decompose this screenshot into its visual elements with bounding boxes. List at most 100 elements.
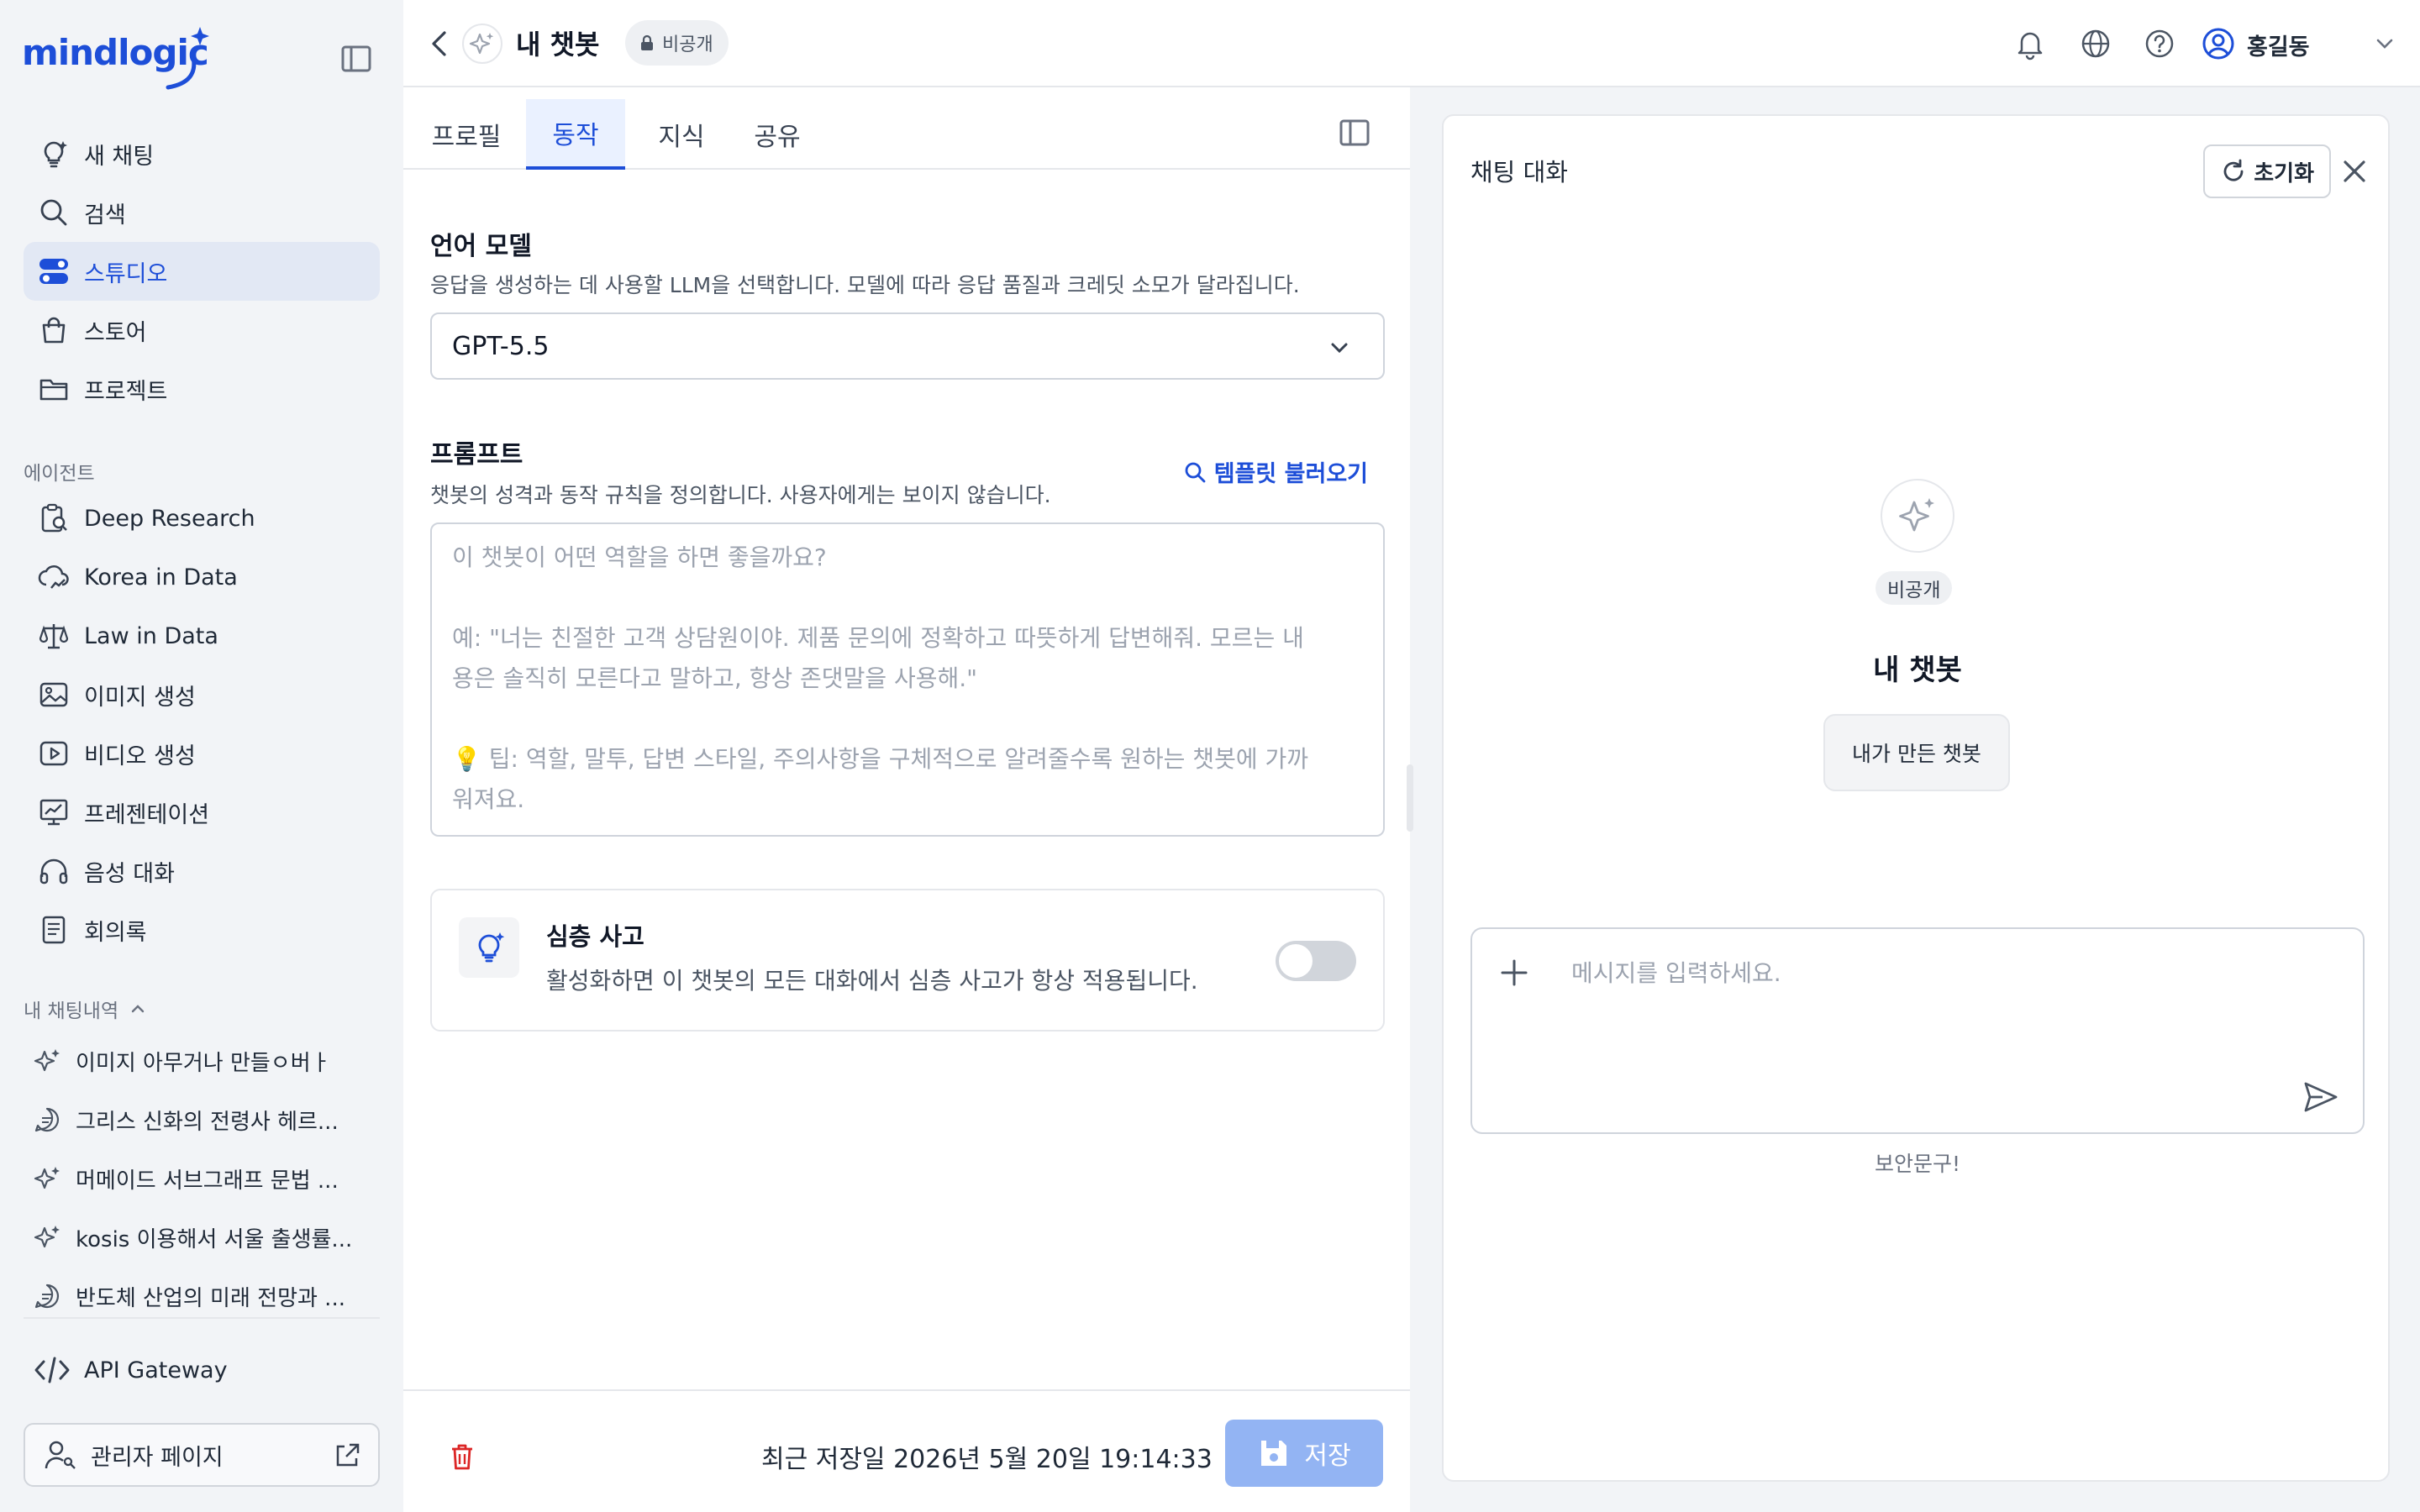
shopping-bag-icon — [37, 313, 71, 347]
history-section-header[interactable]: 내 채팅내역 — [24, 995, 149, 1023]
agent-label: Deep Research — [84, 505, 255, 532]
deep-thinking-desc: 활성화하면 이 챗봇의 모든 대화에서 심층 사고가 항상 적용됩니다. — [546, 967, 1198, 995]
history-item-label: 그리스 신화의 전령사 헤르... — [76, 1109, 339, 1135]
agent-image-generation[interactable]: 이미지 생성 — [24, 665, 380, 724]
sparkle-icon — [469, 33, 494, 55]
notification-bell-icon[interactable] — [2012, 25, 2049, 62]
prompt-placeholder-line: 예: "너는 친절한 고객 상담원이야. 제품 문의에 정확하고 따뜻하게 답변… — [452, 624, 1304, 652]
tab-share[interactable]: 공유 — [736, 99, 818, 170]
tab-knowledge[interactable]: 지식 — [640, 99, 723, 170]
divider — [24, 1317, 380, 1319]
sparkle-icon — [1899, 498, 1934, 532]
agent-label: Law in Data — [84, 622, 218, 649]
reset-chat-button[interactable]: 초기화 — [2203, 144, 2331, 198]
model-select-value: GPT-5.5 — [452, 331, 550, 361]
logo-sparkle-icon — [166, 27, 209, 90]
user-name[interactable]: 홍길동 — [2247, 29, 2310, 61]
lightbulb-icon: 💡 — [452, 745, 481, 773]
bot-title: 내 챗봇 — [516, 29, 600, 60]
help-icon[interactable] — [2141, 25, 2178, 62]
load-template-link[interactable]: 템플릿 불러오기 — [1182, 455, 1368, 488]
reset-chat-label: 초기화 — [2254, 160, 2314, 186]
globe-icon[interactable] — [2077, 25, 2114, 62]
back-arrow-icon[interactable] — [422, 25, 459, 62]
agent-label: 이미지 생성 — [84, 684, 196, 711]
nav-item-project[interactable]: 프로젝트 — [24, 360, 380, 418]
history-item[interactable]: kosis 이용해서 서울 출생률... — [24, 1208, 380, 1267]
nav-item-store[interactable]: 스토어 — [24, 301, 380, 360]
agent-video-generation[interactable]: 비디오 생성 — [24, 724, 380, 783]
prompt-section-title: 프롬프트 — [430, 440, 523, 470]
agent-label: Korea in Data — [84, 564, 238, 591]
editor-tabs: 프로필 동작 지식 공유 — [403, 87, 1410, 170]
last-saved-text: 최근 저장일 2026년 5월 20일 19:14:33 — [761, 1445, 1213, 1474]
user-avatar-icon[interactable] — [2200, 25, 2237, 62]
main-nav: 새 채팅 검색 스튜디오 스토어 프로젝트 — [24, 124, 380, 418]
agent-deep-research[interactable]: Deep Research — [24, 489, 380, 548]
prompt-placeholder-line: 이 챗봇이 어떤 역할을 하면 좋을까요? — [452, 543, 827, 571]
research-clipboard-icon — [37, 501, 71, 535]
deep-thinking-toggle[interactable] — [1276, 941, 1356, 981]
bot-avatar-large — [1881, 479, 1954, 553]
agent-voice-chat[interactable]: 음성 대화 — [24, 842, 380, 900]
chat-bubble-icon — [30, 1103, 64, 1137]
panel-resize-handle[interactable] — [1407, 764, 1413, 832]
history-item[interactable]: 이미지 아무거나 만들ㅇ버ㅏ — [24, 1032, 380, 1090]
lock-icon — [641, 34, 653, 50]
deep-thinking-card: 심층 사고 활성화하면 이 챗봇의 모든 대화에서 심층 사고가 항상 적용됩니… — [430, 889, 1385, 1032]
model-section-desc: 응답을 생성하는 데 사용할 LLM을 선택합니다. 모델에 따라 응답 품질과… — [430, 273, 1300, 297]
prompt-placeholder-line: 용은 솔직히 모른다고 말하고, 항상 존댓말을 사용해." — [452, 664, 978, 692]
chevron-down-icon[interactable] — [2366, 25, 2403, 62]
history-item[interactable]: 머메이드 서브그래프 문법 ... — [24, 1149, 380, 1208]
logo-row: mindlogic — [22, 22, 375, 90]
prompt-textarea[interactable]: 이 챗봇이 어떤 역할을 하면 좋을까요? 예: "너는 친절한 고객 상담원이… — [430, 522, 1385, 837]
nav-label: 새 채팅 — [84, 143, 155, 170]
model-select[interactable]: GPT-5.5 — [430, 312, 1385, 380]
scales-icon — [37, 619, 71, 653]
nav-item-new-chat[interactable]: 새 채팅 — [24, 124, 380, 183]
tab-behavior[interactable]: 동작 — [526, 99, 625, 170]
presentation-icon — [37, 795, 71, 829]
folder-icon — [37, 372, 71, 406]
agent-law-in-data[interactable]: Law in Data — [24, 606, 380, 665]
admin-page-button[interactable]: 관리자 페이지 — [24, 1423, 380, 1487]
cloud-chart-icon — [37, 560, 71, 594]
deep-thinking-title: 심층 사고 — [546, 922, 644, 951]
preview-panel-toggle-icon[interactable] — [1336, 114, 1373, 151]
sidebar: mindlogic 새 채팅 검색 스튜디오 스토어 프로젝트 에이전트 Dee… — [0, 0, 403, 1512]
agent-korea-in-data[interactable]: Korea in Data — [24, 548, 380, 606]
history-item-label: 이미지 아무거나 만들ㅇ버ㅏ — [76, 1050, 331, 1076]
history-item-label: 반도체 산업의 미래 전망과 ... — [76, 1285, 345, 1311]
chat-bubble-icon — [30, 1279, 64, 1313]
send-icon[interactable] — [2301, 1077, 2341, 1117]
history-item[interactable]: 그리스 신화의 전령사 헤르... — [24, 1090, 380, 1149]
save-button[interactable]: 저장 — [1225, 1420, 1383, 1487]
history-item-label: 머메이드 서브그래프 문법 ... — [76, 1168, 339, 1194]
sidebar-collapse-icon[interactable] — [338, 40, 375, 77]
tab-profile[interactable]: 프로필 — [425, 99, 508, 170]
user-key-icon — [42, 1436, 79, 1473]
agent-presentation[interactable]: 프레젠테이션 — [24, 783, 380, 842]
image-icon — [37, 678, 71, 711]
history-list: 이미지 아무거나 만들ㅇ버ㅏ 그리스 신화의 전령사 헤르... 머메이드 서브… — [24, 1032, 380, 1326]
message-input[interactable] — [1571, 954, 2260, 991]
chat-preview-title: 채팅 대화 — [1470, 158, 1568, 186]
bot-description-chip: 내가 만든 챗봇 — [1823, 714, 2010, 791]
agent-label: 회의록 — [84, 919, 147, 946]
bot-avatar — [462, 24, 502, 64]
nav-label: 프로젝트 — [84, 378, 168, 405]
api-gateway-label: API Gateway — [84, 1357, 228, 1383]
nav-item-studio[interactable]: 스튜디오 — [24, 242, 380, 301]
headphones-icon — [37, 854, 71, 888]
prompt-tip-text: 팁: 역할, 말투, 답변 스타일, 주의사항을 구체적으로 알려줄수록 원하는… — [488, 745, 1309, 773]
sparkle-icon — [30, 1162, 64, 1195]
plus-icon[interactable] — [1496, 954, 1533, 991]
chevron-up-icon — [131, 1005, 145, 1013]
api-gateway-link[interactable]: API Gateway — [24, 1341, 380, 1399]
trash-icon[interactable] — [445, 1440, 479, 1473]
agent-meeting-notes[interactable]: 회의록 — [24, 900, 380, 959]
studio-toggle-icon — [37, 255, 71, 288]
close-icon[interactable] — [2336, 153, 2373, 190]
bot-visibility-badge: 비공개 — [1876, 571, 1953, 605]
nav-item-search[interactable]: 검색 — [24, 183, 380, 242]
